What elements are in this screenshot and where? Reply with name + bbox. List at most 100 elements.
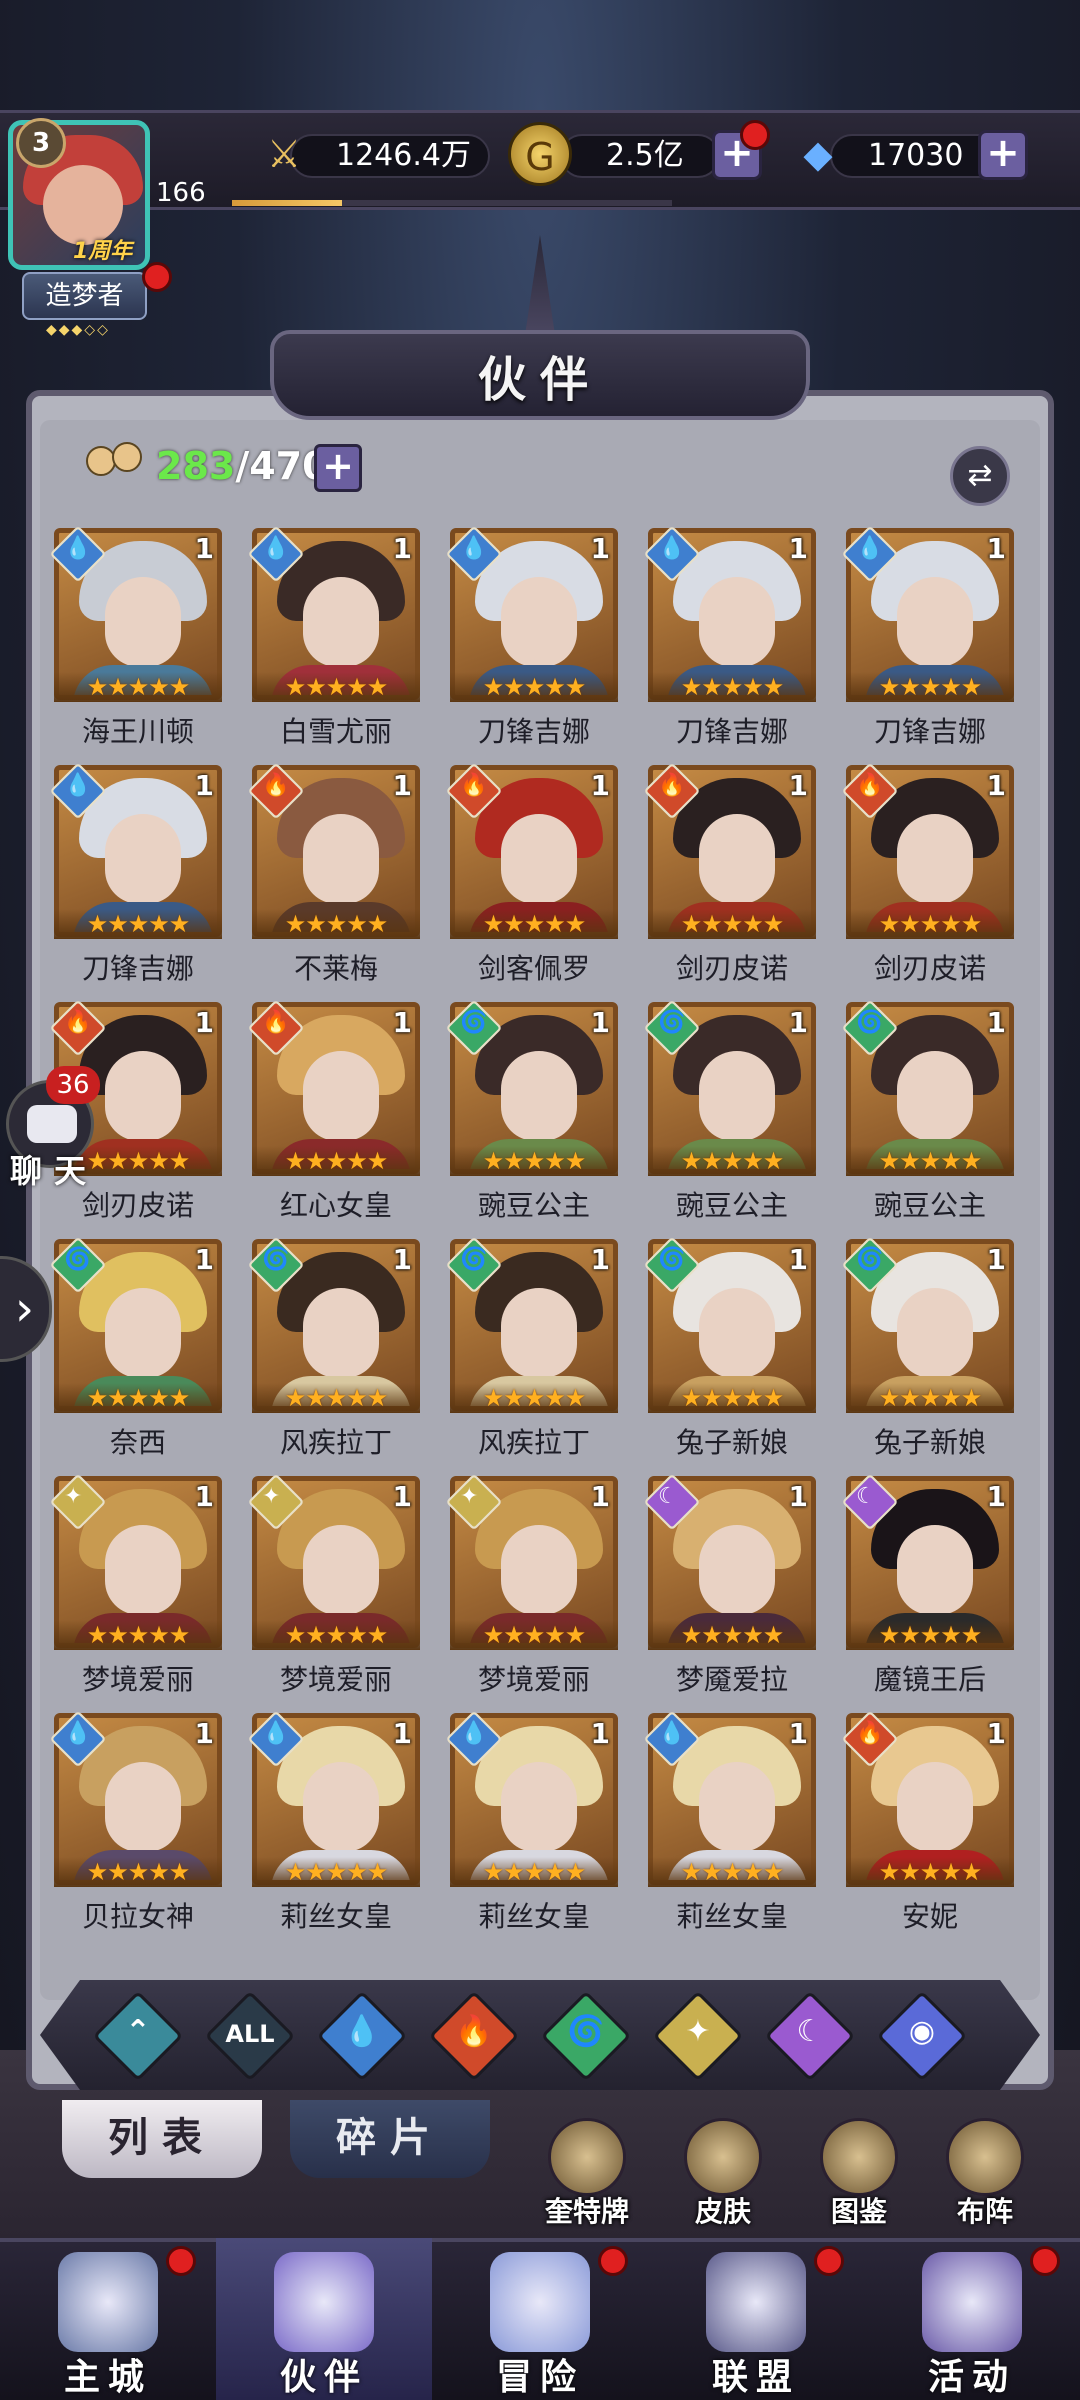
partner-card[interactable]: ☾ 1 ★★★★★ 魔镜王后 [840, 1473, 1020, 1706]
partner-card[interactable]: 🌀 1 ★★★★★ 豌豆公主 [840, 999, 1020, 1232]
nav-icon [274, 2252, 374, 2352]
partner-level: 1 [788, 1717, 808, 1750]
partner-card[interactable]: 🔥 1 ★★★★★ 剑客佩罗 [444, 762, 624, 995]
nav-icon [490, 2252, 590, 2352]
partner-card[interactable]: 💧 1 ★★★★★ 刀锋吉娜 [444, 525, 624, 758]
portrait-face [303, 1525, 379, 1615]
partner-level: 1 [194, 532, 214, 565]
portrait-face [501, 1288, 577, 1378]
partner-card[interactable]: 💧 1 ★★★★★ 刀锋吉娜 [840, 525, 1020, 758]
partner-name: 豌豆公主 [675, 1189, 788, 1222]
partner-card[interactable]: ✦ 1 ★★★★★ 梦境爱丽 [444, 1473, 624, 1706]
partner-card[interactable]: 🌀 1 ★★★★★ 兔子新娘 [840, 1236, 1020, 1469]
partner-name: 奈西 [109, 1426, 166, 1459]
portrait-face [699, 1288, 775, 1378]
partner-card[interactable]: 🔥 1 ★★★★★ 安妮 [840, 1710, 1020, 1943]
partner-card[interactable]: 💧 1 ★★★★★ 贝拉女神 [48, 1710, 228, 1943]
partner-card[interactable]: 💧 1 ★★★★★ 莉丝女皇 [444, 1710, 624, 1943]
add-diamond-button[interactable]: + [978, 130, 1028, 180]
fire-element-glyph: 🔥 [64, 1010, 92, 1035]
portrait-face [897, 577, 973, 667]
nav-item[interactable]: 联盟 [648, 2238, 864, 2400]
portrait-face [699, 1525, 775, 1615]
partner-card[interactable]: 🌀 1 ★★★★★ 风疾拉丁 [246, 1236, 426, 1469]
partner-level: 1 [986, 769, 1006, 802]
partner-name: 刀锋吉娜 [477, 715, 590, 748]
gold-notification-dot [740, 120, 770, 150]
nav-item[interactable]: 冒险 [432, 2238, 648, 2400]
partner-name: 刀锋吉娜 [81, 952, 194, 985]
partner-card[interactable]: 💧 1 ★★★★★ 莉丝女皇 [246, 1710, 426, 1943]
partner-level: 1 [590, 1480, 610, 1513]
partner-card[interactable]: 🌀 1 ★★★★★ 豌豆公主 [642, 999, 822, 1232]
partner-card[interactable]: 💧 1 ★★★★★ 刀锋吉娜 [642, 525, 822, 758]
sort-toggle-button[interactable]: ⇄ [950, 446, 1010, 506]
nav-label: 活动 [927, 2357, 1016, 2398]
function-button[interactable]: 奎特牌 [532, 2118, 642, 2228]
diamond-value: 17030 [868, 138, 964, 173]
partner-name: 剑刃皮诺 [675, 952, 788, 985]
partner-stars: ★★★★★ [252, 1383, 420, 1413]
expand-capacity-button[interactable]: + [314, 444, 362, 492]
partner-stars: ★★★★★ [54, 1857, 222, 1887]
partner-card[interactable]: ☾ 1 ★★★★★ 梦魇爱拉 [642, 1473, 822, 1706]
function-button[interactable]: 皮肤 [668, 2118, 778, 2228]
chat-unread-badge: 36 [46, 1066, 100, 1104]
portrait-face [303, 1051, 379, 1141]
function-button[interactable]: 布阵 [930, 2118, 1040, 2228]
partner-name: 贝拉女神 [81, 1900, 194, 1933]
partner-card[interactable]: 🔥 1 ★★★★★ 不莱梅 [246, 762, 426, 995]
nav-label: 联盟 [711, 2357, 800, 2398]
filter-fire-icon: 🔥 [455, 2014, 493, 2049]
filter-wind-icon: 🌀 [567, 2014, 605, 2049]
partner-card[interactable]: 💧 1 ★★★★★ 海王川顿 [48, 525, 228, 758]
portrait-face [897, 814, 973, 904]
function-icon [548, 2118, 626, 2196]
exp-bar-fill [232, 200, 342, 206]
partner-name: 魔镜王后 [873, 1663, 986, 1696]
partner-level: 1 [986, 1006, 1006, 1039]
partner-level: 1 [590, 769, 610, 802]
nav-item[interactable]: 主城 [0, 2238, 216, 2400]
partner-card[interactable]: 🌀 1 ★★★★★ 兔子新娘 [642, 1236, 822, 1469]
light-element-glyph: ✦ [64, 1484, 83, 1509]
partner-card[interactable]: 💧 1 ★★★★★ 莉丝女皇 [642, 1710, 822, 1943]
filter-dark-icon: ☾ [796, 2014, 824, 2049]
partner-level: 1 [788, 1006, 808, 1039]
nav-item[interactable]: 活动 [864, 2238, 1080, 2400]
filter-pierce-icon: ⌃ [125, 2014, 151, 2049]
diamond-icon: ◆ [803, 132, 833, 176]
partner-card[interactable]: ✦ 1 ★★★★★ 梦境爱丽 [246, 1473, 426, 1706]
partner-stars: ★★★★★ [252, 909, 420, 939]
portrait-face [897, 1288, 973, 1378]
partner-card[interactable]: 🌀 1 ★★★★★ 豌豆公主 [444, 999, 624, 1232]
partner-card[interactable]: ✦ 1 ★★★★★ 梦境爱丽 [48, 1473, 228, 1706]
light-element-glyph: ✦ [460, 1484, 479, 1509]
gold-coin-icon: G [508, 122, 572, 186]
partner-card[interactable]: 🌀 1 ★★★★★ 风疾拉丁 [444, 1236, 624, 1469]
water-element-glyph: 💧 [460, 1721, 488, 1746]
partner-card[interactable]: 🔥 1 ★★★★★ 剑刃皮诺 [840, 762, 1020, 995]
partner-card[interactable]: 🔥 1 ★★★★★ 剑刃皮诺 [642, 762, 822, 995]
tab-fragments[interactable]: 碎片 [290, 2100, 490, 2178]
partner-level: 1 [986, 532, 1006, 565]
partner-stars: ★★★★★ [846, 1383, 1014, 1413]
tab-list[interactable]: 列表 [62, 2100, 262, 2178]
partner-name: 剑客佩罗 [477, 952, 590, 985]
portrait-face [105, 1288, 181, 1378]
partner-card[interactable]: 💧 1 ★★★★★ 刀锋吉娜 [48, 762, 228, 995]
function-button[interactable]: 图鉴 [804, 2118, 914, 2228]
partner-stars: ★★★★★ [54, 909, 222, 939]
partner-card[interactable]: 🔥 1 ★★★★★ 红心女皇 [246, 999, 426, 1232]
portrait-face [501, 577, 577, 667]
partner-card[interactable]: 💧 1 ★★★★★ 白雪尤丽 [246, 525, 426, 758]
partner-card[interactable]: 🌀 1 ★★★★★ 奈西 [48, 1236, 228, 1469]
partner-owned-count: 283 [156, 444, 236, 488]
portrait-face [699, 1051, 775, 1141]
wind-element-glyph: 🌀 [856, 1247, 884, 1272]
portrait-face [501, 1762, 577, 1852]
partner-level: 1 [392, 1006, 412, 1039]
water-element-glyph: 💧 [460, 536, 488, 561]
player-title-badge[interactable]: 造梦者 [22, 272, 147, 320]
nav-item[interactable]: 伙伴 [216, 2238, 432, 2400]
